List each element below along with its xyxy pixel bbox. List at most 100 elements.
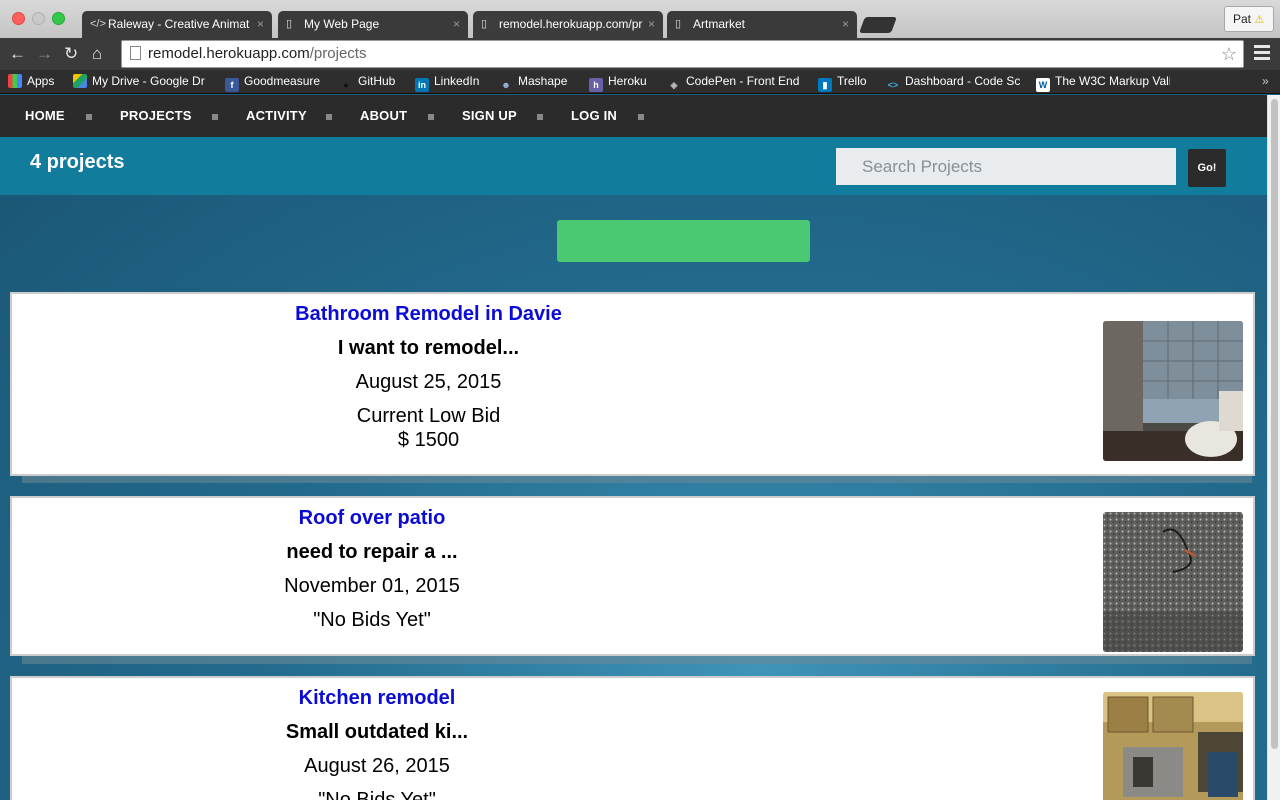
- project-date: November 01, 2015: [284, 575, 460, 597]
- forward-arrow-icon[interactable]: →: [36, 42, 53, 66]
- project-description: I want to remodel...: [337, 337, 520, 359]
- bathroom-photo-graphic: [1103, 321, 1243, 461]
- nav-projects[interactable]: PROJECTS: [120, 95, 192, 137]
- tab-label: Artmarket: [693, 17, 746, 31]
- nav-activity[interactable]: ACTIVITY: [246, 95, 307, 137]
- close-icon[interactable]: ×: [842, 11, 849, 38]
- bathroom-photo[interactable]: [1103, 321, 1243, 461]
- site-navbar: HOME PROJECTS ACTIVITY ABOUT SIGN UP LOG…: [0, 95, 1267, 137]
- address-bar[interactable]: remodel.herokuapp.com/projects ☆: [121, 40, 1244, 68]
- code-icon: </>: [90, 18, 106, 30]
- projects-header: 4 projects Go!: [0, 137, 1267, 195]
- window-close-button[interactable]: [12, 12, 25, 25]
- page-scrollbar[interactable]: [1267, 95, 1280, 800]
- tab-label: Raleway - Creative Animat: [108, 17, 250, 31]
- url-text: remodel.herokuapp.com/projects: [148, 41, 366, 67]
- project-bid-label: "No Bids Yet": [318, 789, 436, 800]
- browser-menu-icon[interactable]: [1254, 45, 1270, 61]
- window-minimize-button[interactable]: [32, 12, 45, 25]
- w3c-icon: W: [1036, 78, 1050, 92]
- bookmark-label: Trello: [837, 74, 867, 88]
- search-go-button[interactable]: Go!: [1188, 149, 1226, 187]
- project-title-link[interactable]: Roof over patio: [212, 506, 532, 530]
- window-maximize-button[interactable]: [52, 12, 65, 25]
- home-icon[interactable]: ⌂: [92, 42, 102, 66]
- bookmark-label: My Drive - Google Dr: [92, 74, 205, 88]
- nav-about[interactable]: ABOUT: [360, 95, 407, 137]
- bookmark-item[interactable]: ● GitHub: [339, 70, 395, 93]
- page-icon: ▯: [286, 18, 293, 30]
- bookmark-item[interactable]: Apps: [8, 70, 54, 93]
- bookmark-item[interactable]: <> Dashboard - Code Sc: [886, 70, 1020, 93]
- warning-icon: ⚠: [1254, 14, 1265, 26]
- codeschool-icon: <>: [886, 78, 900, 92]
- bookmark-item[interactable]: ☻ Mashape: [499, 70, 567, 93]
- close-icon[interactable]: ×: [453, 11, 460, 38]
- nav-separator: [86, 114, 92, 120]
- trello-icon: ▮: [818, 78, 832, 92]
- mashape-icon: ☻: [499, 78, 513, 92]
- profile-button[interactable]: Pat ⚠: [1224, 6, 1274, 32]
- nav-separator: [428, 114, 434, 120]
- url-path: /projects: [309, 45, 367, 62]
- bookmarks-overflow-icon[interactable]: »: [1262, 70, 1269, 93]
- bookmark-item[interactable]: W The W3C Markup Vali: [1036, 70, 1170, 93]
- bookmark-item[interactable]: ◈ CodePen - Front End: [667, 70, 803, 93]
- bookmark-label: Dashboard - Code Sc: [905, 74, 1020, 88]
- search-input[interactable]: [836, 148, 1176, 185]
- bookmarks-bar: Apps My Drive - Google Dr f Goodmeasure ●…: [0, 70, 1280, 94]
- scrollbar-thumb[interactable]: [1271, 99, 1278, 749]
- bookmark-item[interactable]: My Drive - Google Dr: [73, 70, 209, 93]
- bookmark-item[interactable]: h Heroku: [589, 70, 647, 93]
- new-project-button[interactable]: [557, 220, 810, 262]
- close-icon[interactable]: ×: [257, 11, 264, 38]
- page-icon: [130, 46, 141, 60]
- project-date: August 25, 2015: [355, 371, 502, 393]
- project-card[interactable]: Kitchen remodel Small outdated ki... Aug…: [10, 676, 1255, 800]
- bookmark-item[interactable]: f Goodmeasure: [225, 70, 320, 93]
- bookmark-label: Heroku: [608, 74, 647, 88]
- browser-tab[interactable]: ▯ Artmarket ×: [667, 11, 857, 38]
- projects-page: 4 projects Go! Bathroom Remodel in Davie…: [0, 137, 1267, 800]
- project-info: Roof over patio need to repair a ... Nov…: [212, 506, 532, 632]
- project-info: Bathroom Remodel in Davie I want to remo…: [252, 302, 605, 452]
- bookmark-label: The W3C Markup Vali: [1055, 74, 1170, 88]
- bookmark-label: Mashape: [518, 74, 568, 88]
- page-icon: ▯: [481, 18, 488, 30]
- tab-label: remodel.herokuapp.com/pr: [499, 17, 643, 31]
- url-host: remodel.herokuapp.com: [148, 45, 310, 62]
- nav-home[interactable]: HOME: [25, 95, 65, 137]
- nav-separator: [326, 114, 332, 120]
- nav-log-in[interactable]: LOG IN: [571, 95, 617, 137]
- bookmark-item[interactable]: in LinkedIn: [415, 70, 479, 93]
- browser-tab-active[interactable]: ▯ remodel.herokuapp.com/pr ×: [473, 11, 663, 38]
- nav-separator: [638, 114, 644, 120]
- new-tab-button[interactable]: [859, 17, 897, 33]
- project-card[interactable]: Bathroom Remodel in Davie I want to remo…: [10, 292, 1255, 476]
- roof-photo[interactable]: [1103, 512, 1243, 652]
- project-title-link[interactable]: Bathroom Remodel in Davie: [252, 302, 605, 326]
- browser-tab[interactable]: ▯ My Web Page ×: [278, 11, 468, 38]
- back-arrow-icon[interactable]: ←: [9, 42, 26, 66]
- project-count: 4 projects: [30, 151, 125, 173]
- nav-sign-up[interactable]: SIGN UP: [462, 95, 517, 137]
- codepen-icon: ◈: [667, 78, 681, 92]
- page-icon: ▯: [675, 18, 682, 30]
- apps-grid-icon: [8, 74, 22, 88]
- tab-label: My Web Page: [304, 17, 380, 31]
- bookmark-item[interactable]: ▮ Trello: [818, 70, 867, 93]
- github-icon: ●: [339, 78, 353, 92]
- browser-titlebar: </> Raleway - Creative Animat × ▯ My Web…: [0, 0, 1280, 38]
- kitchen-photo[interactable]: [1103, 692, 1243, 800]
- bookmark-label: GitHub: [358, 74, 396, 88]
- facebook-icon: f: [225, 78, 239, 92]
- reload-icon[interactable]: ↻: [64, 42, 78, 66]
- project-card[interactable]: Roof over patio need to repair a ... Nov…: [10, 496, 1255, 656]
- browser-tab[interactable]: </> Raleway - Creative Animat ×: [82, 11, 272, 38]
- project-title-link[interactable]: Kitchen remodel: [227, 686, 527, 710]
- bookmark-label: Apps: [27, 74, 55, 88]
- bookmark-label: LinkedIn: [434, 74, 480, 88]
- bookmark-star-icon[interactable]: ☆: [1221, 41, 1237, 67]
- close-icon[interactable]: ×: [648, 11, 655, 38]
- project-info: Kitchen remodel Small outdated ki... Aug…: [227, 686, 527, 800]
